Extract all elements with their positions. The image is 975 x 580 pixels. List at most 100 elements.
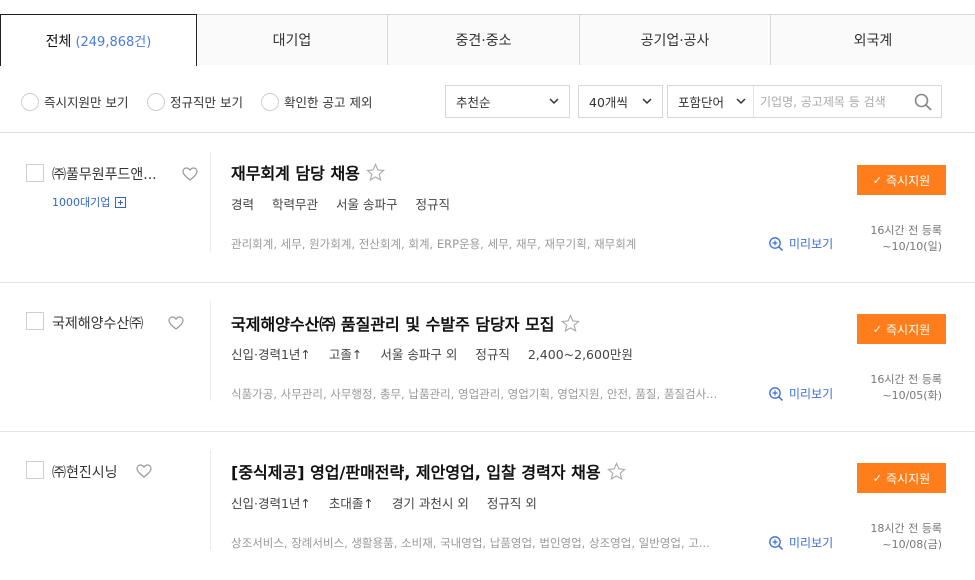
preview-label: 미리보기 [789, 237, 834, 251]
star-icon[interactable] [365, 162, 385, 182]
registration-info: 16시간 전 등록 ~10/10(일) [870, 223, 942, 255]
job-tags: 상조서비스, 장례서비스, 생활용품, 소비재, 국내영업, 납품영업, 법인영… [231, 536, 710, 550]
job-checkbox[interactable] [26, 461, 44, 479]
deadline: ~10/08(금) [882, 538, 942, 551]
tab-public[interactable]: 공기업·공사 [580, 14, 771, 65]
tab-foreign-label: 외국계 [853, 33, 893, 49]
company-badge-label: 1000대기업 [52, 196, 111, 209]
instant-apply-label: 즉시지원 [886, 322, 931, 337]
deadline: ~10/10(일) [882, 240, 942, 253]
job-conditions: 경력 학력무관 서울 송파구 정규직 [231, 194, 468, 213]
instant-apply-button[interactable]: ✓ 즉시지원 [857, 165, 946, 195]
filter-instant-apply-label: 즉시지원만 보기 [44, 95, 129, 110]
tab-large-company[interactable]: 대기업 [197, 14, 388, 65]
registered-time: 18시간 전 등록 [870, 522, 942, 535]
tab-mid-small[interactable]: 중견·중소 [388, 14, 580, 65]
radio-button[interactable] [21, 92, 39, 111]
job-tags: 관리회계, 세무, 원가회계, 전산회계, 회계, ERP운용, 세무, 재무,… [231, 237, 637, 251]
job-title[interactable]: 재무회계 담당 채용 [231, 160, 385, 184]
category-tabs: 전체 (249,868건) 대기업 중견·중소 공기업·공사 외국계 [0, 14, 975, 66]
chevron-down-icon [736, 98, 746, 105]
check-icon: ✓ [872, 472, 883, 485]
condition-location: 서울 송파구 [336, 197, 398, 212]
check-icon: ✓ [872, 323, 883, 336]
instant-apply-button[interactable]: ✓ 즉시지원 [857, 463, 946, 493]
company-name[interactable]: ㈜풀무원푸드앤... [52, 164, 180, 184]
heart-icon[interactable] [168, 316, 184, 330]
zoom-in-icon [769, 386, 784, 401]
check-icon: ✓ [872, 174, 883, 187]
condition-location: 경기 과천시 외 [391, 496, 469, 511]
tab-all-label: 전체 [45, 33, 72, 50]
filter-exclude-viewed[interactable]: 확인한 공고 제외 [261, 92, 372, 111]
zoom-in-icon [769, 535, 784, 550]
instant-apply-button[interactable]: ✓ 즉시지원 [857, 314, 946, 344]
preview-link[interactable]: 미리보기 [768, 534, 833, 551]
company-name[interactable]: ㈜현진시닝 [52, 462, 136, 482]
star-icon[interactable] [606, 461, 626, 481]
filter-exclude-viewed-label: 확인한 공고 제외 [284, 95, 373, 110]
chevron-down-icon [642, 98, 652, 105]
job-row: ㈜풀무원푸드앤... 1000대기업 재무회계 담당 채용 경력 학력무관 서울… [0, 134, 975, 283]
search-icon[interactable] [913, 92, 933, 112]
job-row: ㈜현진시닝 [중식제공] 영업/판매전략, 제안영업, 입찰 경력자 채용 신입… [0, 432, 975, 580]
radio-button[interactable] [147, 92, 165, 111]
filter-fulltime[interactable]: 정규직만 보기 [147, 92, 243, 111]
per-page-select-value: 40개씩 [589, 95, 628, 110]
instant-apply-label: 즉시지원 [886, 471, 931, 486]
sort-select-value: 추천순 [456, 95, 491, 110]
divider [210, 450, 211, 550]
registered-time: 16시간 전 등록 [870, 373, 942, 386]
tab-all[interactable]: 전체 (249,868건) [0, 14, 197, 66]
sort-select[interactable]: 추천순 [445, 85, 570, 118]
filter-instant-apply[interactable]: 즉시지원만 보기 [21, 92, 128, 111]
job-conditions: 신입·경력1년↑ 고졸↑ 서울 송파구 외 정규직 2,400~2,600만원 [231, 344, 651, 363]
condition-education: 고졸↑ [328, 347, 363, 362]
heart-icon[interactable] [136, 464, 152, 478]
job-checkbox[interactable] [26, 312, 44, 330]
company-badge[interactable]: 1000대기업 [52, 194, 127, 210]
tab-public-label: 공기업·공사 [640, 33, 710, 49]
star-icon[interactable] [560, 313, 580, 333]
job-checkbox[interactable] [26, 164, 44, 182]
preview-label: 미리보기 [789, 387, 834, 401]
registration-info: 18시간 전 등록 ~10/08(금) [870, 521, 942, 553]
instant-apply-label: 즉시지원 [886, 173, 931, 188]
search-input[interactable] [760, 86, 910, 117]
chevron-down-icon [549, 98, 559, 105]
per-page-select[interactable]: 40개씩 [578, 85, 663, 118]
registration-info: 16시간 전 등록 ~10/05(화) [870, 372, 942, 404]
tab-foreign[interactable]: 외국계 [771, 14, 975, 65]
job-title[interactable]: 국제해양수산㈜ 품질관리 및 수발주 담당자 모집 [231, 311, 580, 335]
tab-mid-small-label: 중견·중소 [455, 33, 512, 49]
condition-education: 학력무관 [272, 197, 319, 212]
condition-type: 정규직 [415, 197, 451, 212]
divider [210, 301, 211, 401]
condition-location: 서울 송파구 외 [380, 347, 458, 362]
preview-label: 미리보기 [789, 536, 834, 550]
registered-time: 16시간 전 등록 [870, 224, 942, 237]
condition-career: 신입·경력1년↑ [231, 496, 311, 511]
job-title[interactable]: [중식제공] 영업/판매전략, 제안영업, 입찰 경력자 채용 [231, 459, 626, 483]
plus-icon [115, 196, 127, 208]
job-title-text: 재무회계 담당 채용 [231, 164, 360, 183]
condition-salary: 2,400~2,600만원 [527, 347, 633, 362]
heart-icon[interactable] [182, 167, 198, 181]
deadline: ~10/05(화) [882, 389, 942, 402]
condition-type: 정규직 외 [486, 496, 537, 511]
tab-all-count: (249,868건) [75, 35, 152, 50]
search-box: 포함단어 [667, 85, 942, 118]
preview-link[interactable]: 미리보기 [768, 235, 833, 252]
radio-button[interactable] [261, 92, 279, 111]
keyword-mode-value: 포함단어 [678, 95, 725, 110]
filter-fulltime-label: 정규직만 보기 [170, 95, 243, 110]
keyword-mode-select[interactable]: 포함단어 [668, 86, 754, 117]
tab-large-company-label: 대기업 [272, 33, 312, 49]
condition-career: 경력 [231, 197, 255, 212]
job-row: 국제해양수산㈜ 국제해양수산㈜ 품질관리 및 수발주 담당자 모집 신입·경력1… [0, 283, 975, 432]
company-name[interactable]: 국제해양수산㈜ [52, 313, 170, 333]
job-title-text: [중식제공] 영업/판매전략, 제안영업, 입찰 경력자 채용 [231, 463, 601, 482]
job-tags: 식품가공, 사무관리, 사무행정, 총무, 납품관리, 영업관리, 영업기획, … [231, 387, 718, 401]
preview-link[interactable]: 미리보기 [768, 385, 833, 402]
filter-bar: 즉시지원만 보기 정규직만 보기 확인한 공고 제외 추천순 40개씩 포함단어 [0, 65, 975, 133]
